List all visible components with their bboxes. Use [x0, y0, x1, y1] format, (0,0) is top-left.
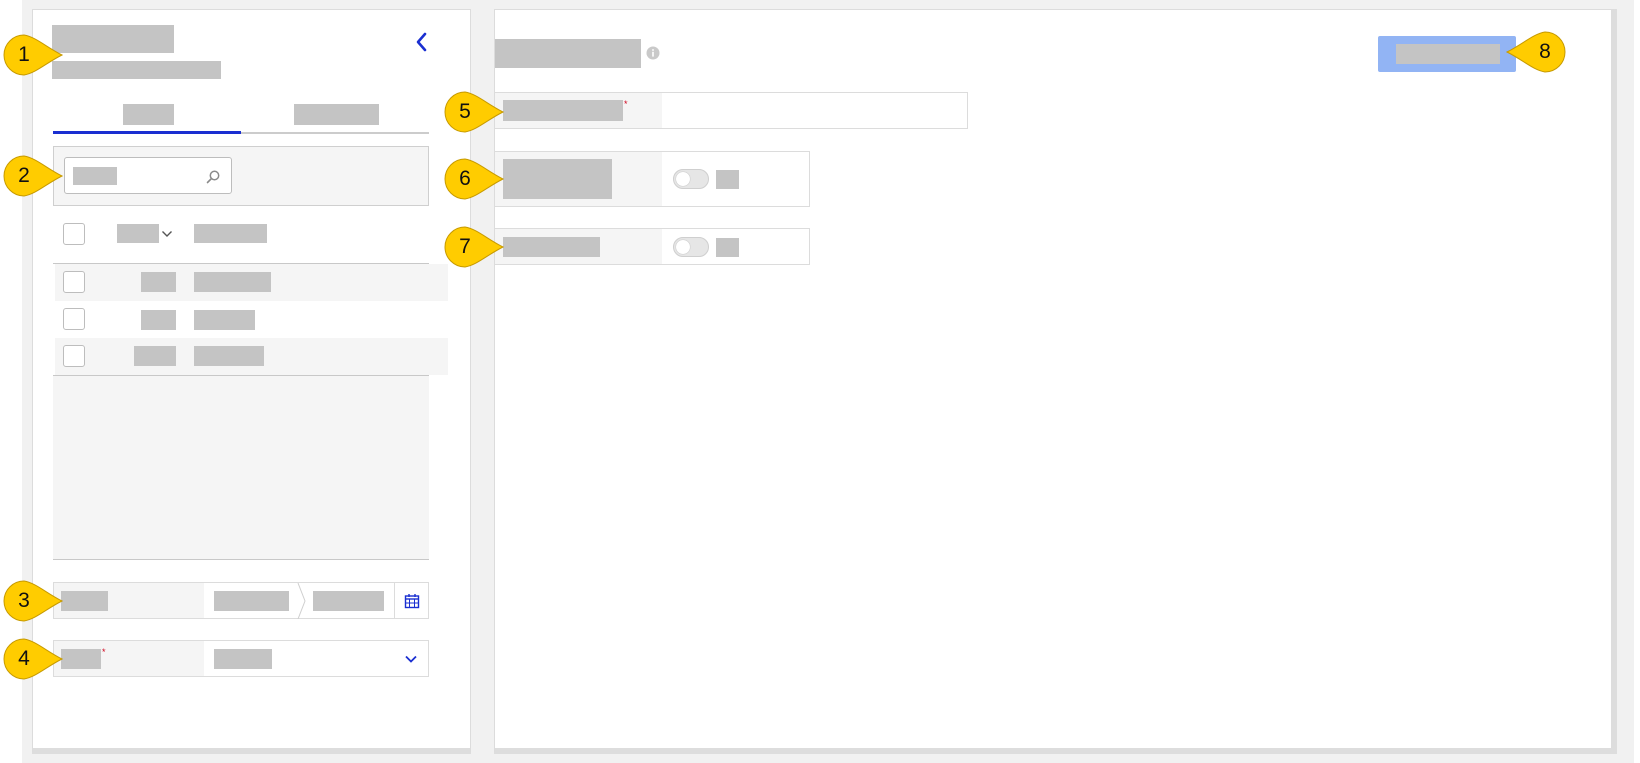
callout-number: 4	[18, 647, 30, 670]
column-header-2[interactable]	[194, 224, 267, 243]
select-label	[61, 649, 101, 669]
toggle-field-1	[494, 151, 810, 207]
toggle-field-1-label	[503, 159, 612, 199]
chevron-down-icon[interactable]	[404, 653, 418, 665]
panel-subtitle	[52, 61, 221, 79]
primary-action-button[interactable]	[1378, 36, 1516, 72]
required-marker: *	[102, 647, 106, 657]
table-cell	[194, 346, 264, 366]
table-cell	[194, 272, 271, 292]
table-cell	[194, 310, 255, 330]
callout-number: 5	[459, 100, 471, 123]
range-separator	[297, 583, 306, 619]
table-empty-area	[53, 376, 429, 559]
toggle-switch-1-text	[716, 170, 739, 189]
end-date-input[interactable]	[313, 591, 384, 611]
callout-1: 1	[2, 33, 64, 77]
table-bottom-divider	[53, 559, 429, 560]
select-field[interactable]: *	[53, 640, 429, 677]
calendar-divider	[394, 583, 395, 618]
callout-5: 5	[443, 90, 505, 134]
active-tab-indicator	[53, 131, 241, 134]
table-cell	[141, 310, 176, 330]
callout-3: 3	[2, 579, 64, 623]
toggle-field-2-label	[503, 237, 600, 257]
callout-number: 2	[18, 164, 30, 187]
start-date-input[interactable]	[214, 591, 289, 611]
panel-title	[52, 25, 174, 53]
search-input[interactable]	[64, 157, 232, 194]
tab-first-label	[123, 104, 174, 125]
callout-4: 4	[2, 637, 64, 681]
table-cell	[134, 346, 176, 366]
table-cell	[141, 272, 176, 292]
tab-second[interactable]	[241, 96, 429, 134]
toggle-switch-2-text	[716, 238, 739, 257]
text-field-label	[503, 100, 623, 121]
form-title	[495, 39, 641, 68]
row-checkbox[interactable]	[63, 271, 85, 293]
callout-8: 8	[1505, 30, 1567, 74]
toggle-switch-2[interactable]	[673, 237, 709, 257]
callout-number: 1	[18, 43, 30, 66]
required-marker: *	[624, 99, 628, 109]
search-icon[interactable]	[205, 169, 221, 185]
callout-2: 2	[2, 154, 64, 198]
text-field[interactable]: *	[494, 92, 968, 129]
toggle-switch-1[interactable]	[673, 169, 709, 189]
toggle-field-2	[494, 228, 810, 265]
callout-6: 6	[443, 157, 505, 201]
search-placeholder	[73, 167, 117, 185]
chevron-down-icon[interactable]	[161, 229, 173, 239]
calendar-icon[interactable]	[404, 593, 420, 609]
collapse-button[interactable]	[410, 30, 434, 54]
tab-second-label	[294, 104, 379, 125]
callout-7: 7	[443, 225, 505, 269]
select-value	[214, 649, 272, 669]
chevron-left-icon	[416, 32, 427, 52]
column-header-1[interactable]	[117, 224, 159, 243]
callout-number: 8	[1539, 40, 1551, 63]
callout-number: 7	[459, 235, 471, 258]
row-checkbox[interactable]	[63, 345, 85, 367]
date-range-field	[53, 582, 429, 619]
tab-first[interactable]	[53, 96, 241, 134]
callout-number: 6	[459, 167, 471, 190]
callout-number: 3	[18, 589, 30, 612]
date-range-label	[61, 591, 108, 611]
row-checkbox[interactable]	[63, 308, 85, 330]
primary-action-label	[1396, 44, 1500, 64]
info-icon[interactable]	[646, 46, 660, 60]
select-all-checkbox[interactable]	[63, 223, 85, 245]
